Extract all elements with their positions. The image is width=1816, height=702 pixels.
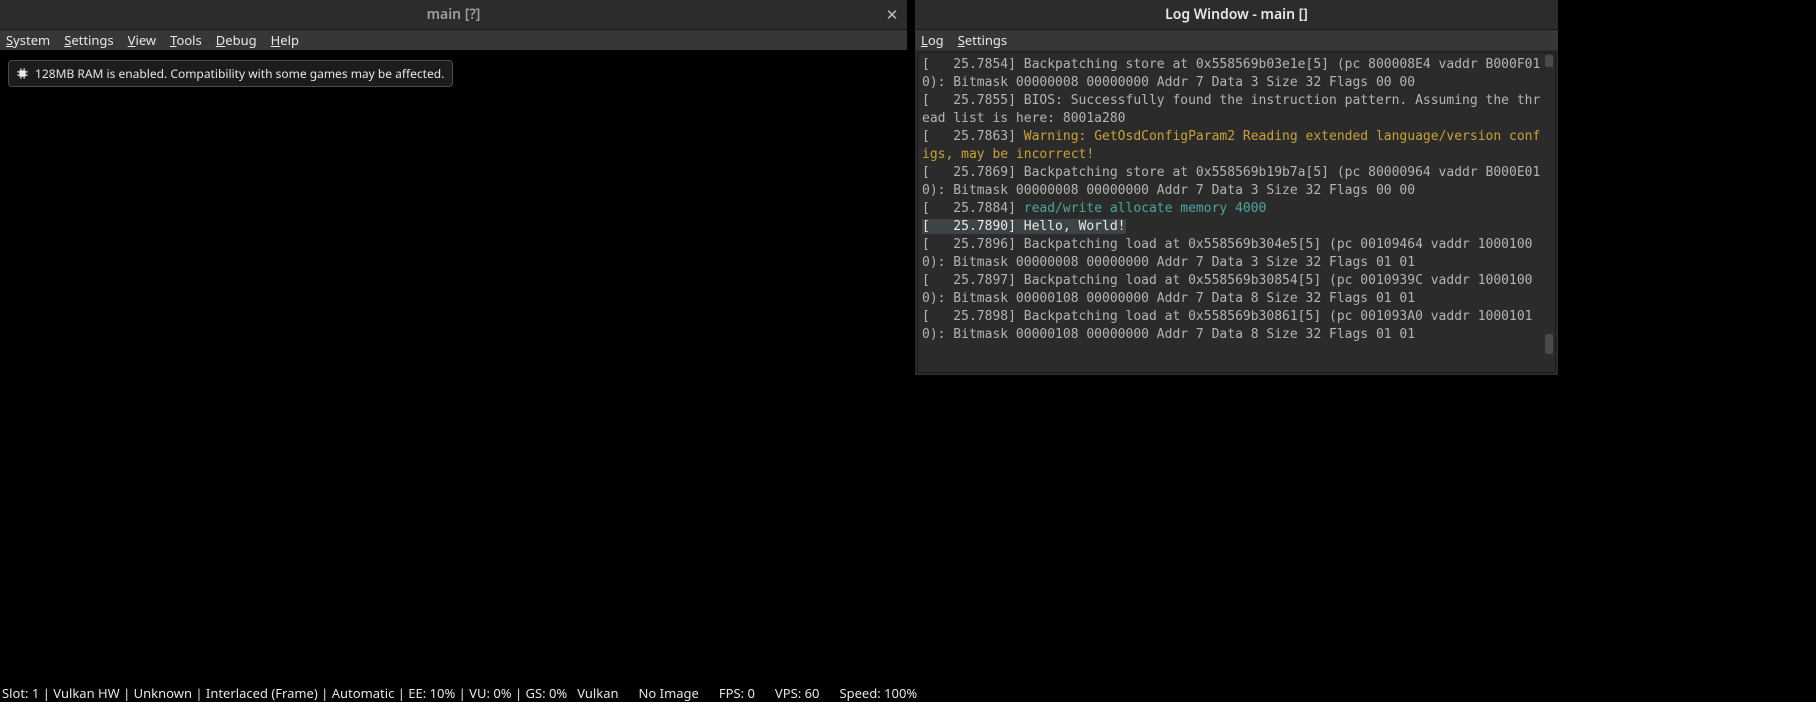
- status-left: Slot: 1 | Vulkan HW | Unknown | Interlac…: [2, 684, 567, 702]
- log-line: [ 25.7863]: [922, 129, 1024, 144]
- close-icon: ✕: [886, 5, 899, 25]
- menu-system[interactable]: System: [6, 31, 50, 49]
- menu-debug[interactable]: Debug: [216, 31, 257, 49]
- main-titlebar[interactable]: main [?] ✕: [0, 0, 907, 30]
- log-window: Log Window - main [] Log Settings [ 25.7…: [915, 0, 1558, 375]
- menu-log[interactable]: Log: [921, 31, 944, 49]
- log-line: read/write allocate memory 4000: [1024, 201, 1267, 216]
- menu-view[interactable]: View: [128, 31, 156, 49]
- menu-log-settings[interactable]: Settings: [958, 31, 1007, 49]
- log-line: [ 25.7898] Backpatching load at 0x558569…: [922, 309, 1532, 342]
- menu-settings[interactable]: Settings: [64, 31, 113, 49]
- status-fps: FPS: 0: [709, 684, 765, 702]
- log-menubar: Log Settings: [915, 30, 1558, 50]
- ram-chip-icon: [15, 67, 29, 81]
- scrollbar-thumb[interactable]: [1545, 334, 1553, 354]
- log-line: [ 25.7884]: [922, 201, 1024, 216]
- scrollbar-thumb[interactable]: [1545, 55, 1553, 67]
- statusbar: Slot: 1 | Vulkan HW | Unknown | Interlac…: [0, 684, 907, 702]
- log-line: [ 25.7854] Backpatching store at 0x55856…: [922, 57, 1540, 90]
- log-line: [ 25.7869] Backpatching store at 0x55856…: [922, 165, 1540, 198]
- log-body: [ 25.7854] Backpatching store at 0x55856…: [917, 52, 1556, 373]
- toast-notice: 128MB RAM is enabled. Compatibility with…: [8, 60, 453, 87]
- log-scrollbar[interactable]: [1543, 53, 1555, 372]
- main-window: main [?] ✕ System Settings View Tools De…: [0, 0, 907, 702]
- menu-tools[interactable]: Tools: [170, 31, 202, 49]
- viewport[interactable]: 128MB RAM is enabled. Compatibility with…: [0, 50, 907, 684]
- status-speed: Speed: 100%: [829, 684, 927, 702]
- toast-text: 128MB RAM is enabled. Compatibility with…: [35, 65, 444, 82]
- log-line: [ 25.7855] BIOS: Successfully found the …: [922, 93, 1540, 126]
- main-menubar: System Settings View Tools Debug Help: [0, 30, 907, 50]
- log-line: [ 25.7896] Backpatching load at 0x558569…: [922, 237, 1532, 270]
- status-image: No Image: [629, 684, 709, 702]
- close-button[interactable]: ✕: [877, 0, 907, 30]
- log-title: Log Window - main []: [915, 5, 1558, 24]
- status-vps: VPS: 60: [765, 684, 830, 702]
- status-renderer: Vulkan: [567, 684, 628, 702]
- log-titlebar[interactable]: Log Window - main []: [915, 0, 1558, 30]
- log-text[interactable]: [ 25.7854] Backpatching store at 0x55856…: [922, 56, 1541, 370]
- log-line: [ 25.7890] Hello, World!: [922, 219, 1126, 234]
- log-line: [ 25.7897] Backpatching load at 0x558569…: [922, 273, 1532, 306]
- menu-help[interactable]: Help: [271, 31, 299, 49]
- main-title: main [?]: [0, 5, 907, 24]
